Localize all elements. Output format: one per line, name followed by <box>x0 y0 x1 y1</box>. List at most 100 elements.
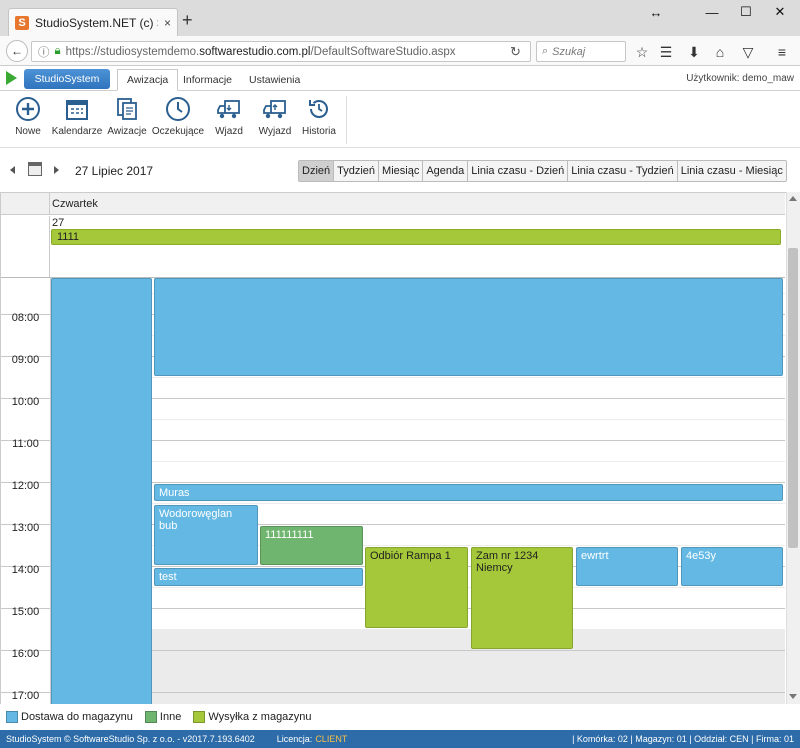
home-icon[interactable]: ⌂ <box>710 42 730 62</box>
close-tab-icon[interactable]: × <box>164 16 171 30</box>
url-prefix: https://studiosystemdemo. <box>65 45 200 58</box>
legend-swatch <box>144 711 157 723</box>
resize-icon[interactable]: ↔ <box>640 0 672 24</box>
view-day[interactable]: Dzień <box>299 161 335 181</box>
tab-informacje[interactable]: Informacje <box>174 69 241 91</box>
tab-title: StudioSystem.NET (c) Softw <box>35 15 158 30</box>
truck-in-icon <box>217 100 240 119</box>
event-block[interactable]: Zam nr 1234 Niemcy <box>471 547 573 649</box>
new-button[interactable]: Nowe <box>2 96 54 137</box>
awizacje-label: Awizacje <box>107 126 147 137</box>
hour-label: 08:00 <box>11 312 40 324</box>
history-button[interactable]: Historia <box>293 96 345 137</box>
history-icon <box>309 100 328 118</box>
url-domain: softwarestudio.com.pl <box>199 45 311 58</box>
brand-button[interactable]: StudioSystem <box>24 69 110 89</box>
all-day-event[interactable]: 1111 <box>51 229 781 245</box>
event-block[interactable] <box>154 278 783 376</box>
legend-swatch <box>193 711 206 723</box>
view-timeline-month[interactable]: Linia czasu - Miesiąc <box>678 161 786 181</box>
event-block[interactable]: ewrtrt <box>576 547 678 586</box>
view-timeline-week[interactable]: Linia czasu - Tydzień <box>568 161 678 181</box>
hour-label: 13:00 <box>11 522 40 534</box>
date-picker-icon[interactable] <box>28 162 42 176</box>
hour-label: 11:00 <box>12 438 39 450</box>
legend-label: Dostawa do magazynu <box>21 711 133 723</box>
tab-awizacja[interactable]: Awizacja <box>117 69 179 91</box>
pending-button[interactable]: Oczekujące <box>152 96 204 137</box>
play-icon[interactable] <box>6 71 17 85</box>
legend-item: Inne <box>144 711 182 723</box>
download-icon[interactable]: ⬇ <box>684 42 704 62</box>
scrollbar-thumb[interactable] <box>788 248 798 548</box>
license-value: CLIENT <box>315 734 348 744</box>
back-button[interactable]: ← <box>6 40 28 62</box>
hour-label: 12:00 <box>11 480 40 492</box>
minimize-button[interactable]: — <box>696 0 728 24</box>
event-block[interactable]: Muras <box>154 484 783 501</box>
view-week[interactable]: Tydzień <box>334 161 380 181</box>
legend-swatch <box>6 711 18 723</box>
event-block[interactable]: 4e53y <box>681 547 783 586</box>
documents-icon <box>117 98 137 120</box>
legend-label: Wysyłka z magazynu <box>208 711 312 723</box>
url-bar[interactable]: ⓘ 🔒︎ https://studiosystemdemo.softwarest… <box>31 41 531 62</box>
hour-label: 16:00 <box>11 648 40 660</box>
user-label: Użytkownik: demo_maw <box>686 73 794 84</box>
hour-label: 17:00 <box>11 690 40 702</box>
history-label: Historia <box>302 126 336 137</box>
menu-icon[interactable]: ≡ <box>772 42 792 62</box>
hour-label: 09:00 <box>11 354 40 366</box>
reading-list-icon[interactable]: ☰ <box>656 42 676 62</box>
tab-ustawienia[interactable]: Ustawienia <box>240 69 309 91</box>
day-number[interactable]: 27 <box>52 217 64 229</box>
search-icon: ⌕ <box>542 45 549 57</box>
site-favicon-icon: S <box>15 15 29 30</box>
all-day-area[interactable] <box>1 216 785 278</box>
event-block[interactable]: 111111111 <box>260 526 363 565</box>
maximize-button[interactable]: ☐ <box>730 0 762 24</box>
url-path: /DefaultSoftwareStudio.aspx <box>310 45 456 58</box>
exit-label: Wyjazd <box>258 126 292 137</box>
bookmark-star-icon[interactable]: ☆ <box>632 42 652 62</box>
status-bar: StudioSystem © SoftwareStudio Sp. z o.o.… <box>0 730 800 748</box>
view-switcher: Dzień Tydzień Miesiąc Agenda Linia czasu… <box>298 160 787 182</box>
new-tab-button[interactable]: + <box>182 11 193 29</box>
hour-label: 10:00 <box>11 396 40 408</box>
hour-label: 14:00 <box>11 564 40 576</box>
view-month[interactable]: Miesiąc <box>379 161 424 181</box>
next-day-icon[interactable] <box>54 166 59 174</box>
event-block[interactable]: Wodorowęglan bub <box>154 505 258 565</box>
event-block[interactable]: Odbiór Rampa 1 <box>365 547 468 628</box>
plus-circle-icon <box>16 97 40 121</box>
event-block[interactable]: test <box>154 568 363 586</box>
pocket-icon[interactable]: ▽ <box>738 42 758 62</box>
calendar-icon <box>66 100 88 120</box>
view-agenda[interactable]: Agenda <box>423 161 469 181</box>
arrow-left-icon: ← <box>11 44 23 58</box>
search-input[interactable]: ⌕ Szukaj <box>536 41 626 62</box>
browser-tab[interactable]: S StudioSystem.NET (c) Softw × <box>8 8 178 36</box>
truck-out-icon <box>263 100 286 119</box>
scroll-up-icon[interactable] <box>789 196 797 201</box>
calendars-button[interactable]: Kalendarze <box>51 96 103 137</box>
view-timeline-day[interactable]: Linia czasu - Dzień <box>468 161 569 181</box>
current-date: 27 Lipiec 2017 <box>75 164 154 178</box>
calendars-label: Kalendarze <box>51 126 103 137</box>
event-block[interactable] <box>51 278 152 704</box>
legend-item: Wysyłka z magazynu <box>193 711 312 723</box>
time-grid[interactable]: 08:00 09:00 10:00 11:00 12:00 13:00 14:0… <box>1 278 785 704</box>
legend-label: Inne <box>159 711 182 723</box>
search-placeholder: Szukaj <box>552 45 586 58</box>
copyright-text: StudioSystem © SoftwareStudio Sp. z o.o.… <box>6 734 255 744</box>
reload-icon[interactable]: ↻ <box>510 44 521 60</box>
prev-day-icon[interactable] <box>10 166 15 174</box>
scroll-down-icon[interactable] <box>789 694 797 699</box>
entry-label: Wjazd <box>215 126 243 137</box>
context-info: | Komórka: 02 | Magazyn: 01 | Oddział: C… <box>572 734 794 744</box>
window-close-button[interactable]: ✕ <box>764 0 796 24</box>
info-icon[interactable]: ⓘ <box>38 44 50 60</box>
awizacje-button[interactable]: Awizacje <box>101 96 153 137</box>
entry-button[interactable]: Wjazd <box>203 96 255 137</box>
legend-item: Dostawa do magazynu <box>6 711 133 723</box>
